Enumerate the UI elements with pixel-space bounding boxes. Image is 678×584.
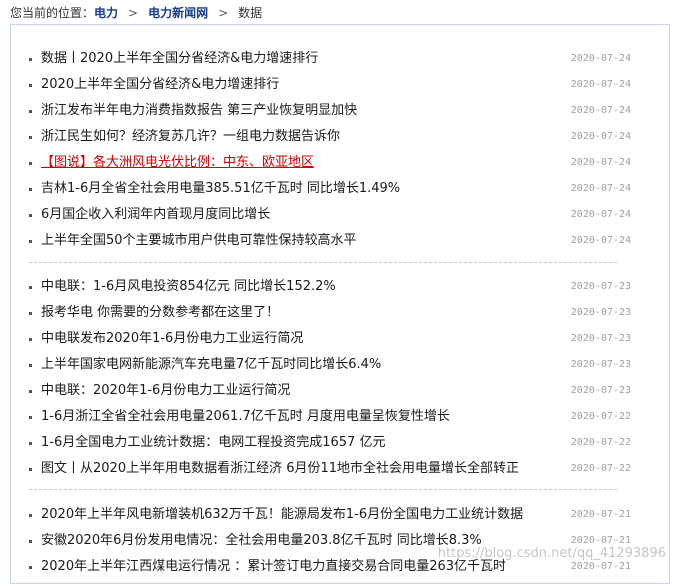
news-date: 2020-07-23 [570,333,631,344]
news-item: 报考华电 你需要的分数参考都在这里了！ 2020-07-23 [29,300,631,326]
news-list-panel: 数据丨2020上半年全国分省经济&电力增速排行 2020-07-24 2020上半… [10,24,670,584]
breadcrumb-current: 数据 [238,6,263,20]
bullet-icon [29,136,32,139]
news-date: 2020-07-24 [570,183,631,194]
bullet-icon [29,214,32,217]
bullet-icon [29,286,32,289]
news-date: 2020-07-24 [570,79,631,90]
news-title-link[interactable]: 中电联：2020年1-6月份电力工业运行简况 [41,378,290,404]
bullet-icon [29,58,32,61]
news-item: 1-6月全国电力工业统计数据：电网工程投资完成1657 亿元 2020-07-22 [29,430,631,456]
news-item: 吉林1-6月全省全社会用电量385.51亿千瓦时 同比增长1.49% 2020-0… [29,176,631,202]
news-title-link[interactable]: 安徽2020年6月份发用电情况：全社会用电量203.8亿千瓦时 同比增长8.3% [41,528,482,554]
news-title-link[interactable]: 吉林1-6月全省全社会用电量385.51亿千瓦时 同比增长1.49% [41,176,400,202]
group-divider [29,489,617,490]
news-date: 2020-07-23 [570,359,631,370]
news-item: 浙江民生如何？经济复苏几许？一组电力数据告诉你 2020-07-24 [29,124,631,150]
news-date: 2020-07-24 [570,53,631,64]
breadcrumb-separator: > [128,6,139,20]
bullet-icon [29,84,32,87]
news-date: 2020-07-24 [570,235,631,246]
news-item: 上半年国家电网新能源汽车充电量7亿千瓦时同比增长6.4% 2020-07-23 [29,352,631,378]
news-item: 图文丨从2020上半年用电数据看浙江经济 6月份11地市全社会用电量增长全部转正… [29,456,631,482]
bullet-icon [29,390,32,393]
bullet-icon [29,566,32,569]
news-title-link[interactable]: 数据丨2020上半年全国分省经济&电力增速排行 [41,46,318,72]
group-divider [29,262,617,263]
bullet-icon [29,312,32,315]
news-title-link[interactable]: 中电联：1-6月风电投资854亿元 同比增长152.2% [41,274,336,300]
news-title-link[interactable]: 中电联发布2020年1-6月份电力工业运行简况 [41,326,303,352]
news-item: 浙江发布半年电力消费指数报告 第三产业恢复明显加快 2020-07-24 [29,98,631,124]
news-title-link[interactable]: 浙江民生如何？经济复苏几许？一组电力数据告诉你 [41,124,340,150]
news-date: 2020-07-24 [570,157,631,168]
news-group-3: 2020年上半年风电新增装机632万千瓦！能源局发布1-6月份全国电力工业统计数… [29,502,631,580]
news-date: 2020-07-22 [570,437,631,448]
news-date: 2020-07-23 [570,281,631,292]
news-item: 6月国企收入利润年内首现月度同比增长 2020-07-24 [29,202,631,228]
bullet-icon [29,442,32,445]
news-group-1: 数据丨2020上半年全国分省经济&电力增速排行 2020-07-24 2020上半… [29,46,631,254]
bullet-icon [29,540,32,543]
news-item: 2020年上半年风电新增装机632万千瓦！能源局发布1-6月份全国电力工业统计数… [29,502,631,528]
bullet-icon [29,364,32,367]
news-title-link-highlighted[interactable]: 【图说】各大洲风电光伏比例：中东、欧亚地区 [41,150,314,176]
news-item: 1-6月浙江全省全社会用电量2061.7亿千瓦时 月度用电量呈恢复性增长 2020… [29,404,631,430]
news-date: 2020-07-24 [570,105,631,116]
breadcrumb-prefix: 您当前的位置： [10,6,95,20]
breadcrumb: 您当前的位置：电力 > 电力新闻网 > 数据 [10,4,262,22]
news-item: 中电联：1-6月风电投资854亿元 同比增长152.2% 2020-07-23 [29,274,631,300]
news-title-link[interactable]: 1-6月全国电力工业统计数据：电网工程投资完成1657 亿元 [41,430,385,456]
news-title-link[interactable]: 浙江发布半年电力消费指数报告 第三产业恢复明显加快 [41,98,357,124]
news-title-link[interactable]: 6月国企收入利润年内首现月度同比增长 [41,202,270,228]
news-title-link[interactable]: 2020年上半年风电新增装机632万千瓦！能源局发布1-6月份全国电力工业统计数… [41,502,523,528]
watermark-text: https://blog.csdn.net/qq_41293896 [437,546,666,561]
bullet-icon [29,188,32,191]
breadcrumb-link-dianli[interactable]: 电力 [94,6,118,20]
news-date: 2020-07-24 [570,209,631,220]
news-title-link[interactable]: 上半年全国50个主要城市用户供电可靠性保持较高水平 [41,228,357,254]
bullet-icon [29,416,32,419]
bullet-icon [29,514,32,517]
news-title-link[interactable]: 报考华电 你需要的分数参考都在这里了！ [41,300,279,326]
bullet-icon [29,468,32,471]
news-title-link[interactable]: 2020上半年全国分省经济&电力增速排行 [41,72,279,98]
news-group-2: 中电联：1-6月风电投资854亿元 同比增长152.2% 2020-07-23 报… [29,274,631,482]
news-title-link[interactable]: 2020年上半年江西煤电运行情况 ：累计签订电力直接交易合同电量263亿千瓦时 [41,554,506,580]
news-date: 2020-07-22 [570,463,631,474]
news-title-link[interactable]: 图文丨从2020上半年用电数据看浙江经济 6月份11地市全社会用电量增长全部转正 [41,456,519,482]
news-item: 数据丨2020上半年全国分省经济&电力增速排行 2020-07-24 [29,46,631,72]
news-title-link[interactable]: 1-6月浙江全省全社会用电量2061.7亿千瓦时 月度用电量呈恢复性增长 [41,404,450,430]
news-item: 【图说】各大洲风电光伏比例：中东、欧亚地区 2020-07-24 [29,150,631,176]
bullet-icon [29,110,32,113]
news-date: 2020-07-23 [570,385,631,396]
news-date: 2020-07-22 [570,411,631,422]
news-title-link[interactable]: 上半年国家电网新能源汽车充电量7亿千瓦时同比增长6.4% [41,352,381,378]
news-date: 2020-07-23 [570,307,631,318]
news-item: 上半年全国50个主要城市用户供电可靠性保持较高水平 2020-07-24 [29,228,631,254]
bullet-icon [29,338,32,341]
breadcrumb-separator: > [218,6,229,20]
news-date: 2020-07-24 [570,131,631,142]
news-item: 中电联发布2020年1-6月份电力工业运行简况 2020-07-23 [29,326,631,352]
breadcrumb-link-news[interactable]: 电力新闻网 [148,6,208,20]
bullet-icon [29,162,32,165]
news-date: 2020-07-21 [570,509,631,520]
news-item: 中电联：2020年1-6月份电力工业运行简况 2020-07-23 [29,378,631,404]
news-item: 2020上半年全国分省经济&电力增速排行 2020-07-24 [29,72,631,98]
bullet-icon [29,240,32,243]
